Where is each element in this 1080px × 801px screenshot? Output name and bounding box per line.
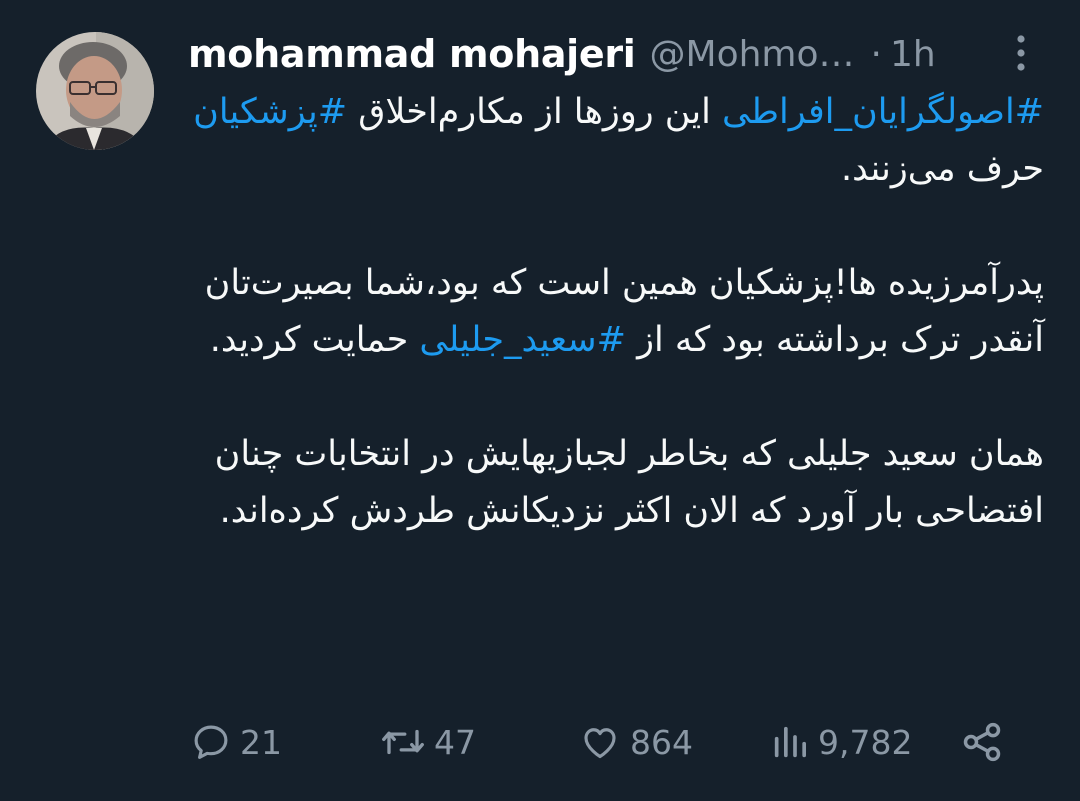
tweet-paragraph-2: پدرآمرزیده ها!پزشکیان همین است که بود،شم… [186, 255, 1044, 369]
like-icon [578, 721, 622, 763]
tweet-paragraph-1: #اصولگرایان_افراطی این روزها از مکارم‌اخ… [186, 84, 1044, 198]
hashtag-link[interactable]: #پزشکیان [193, 92, 347, 132]
tweet-header: mohammad mohajeri @Mohmo… · 1h [188, 26, 1020, 82]
views-button[interactable]: 9,782 [770, 712, 912, 772]
share-icon [960, 720, 1004, 764]
views-icon [770, 721, 810, 763]
reply-button[interactable]: 21 [190, 712, 282, 772]
retweet-icon [380, 721, 426, 763]
retweet-count: 47 [434, 722, 476, 762]
tweet-text-segment: این روزها از مکارم‌اخلاق [347, 92, 722, 132]
like-button[interactable]: 864 [578, 712, 693, 772]
separator-dot: · [870, 33, 882, 75]
hashtag-link[interactable]: #اصولگرایان_افراطی [722, 92, 1044, 132]
tweet-actions: 21 47 864 9,782 [190, 712, 1010, 772]
tweet-card[interactable]: mohammad mohajeri @Mohmo… · 1h #اصولگرای… [0, 0, 1080, 801]
avatar[interactable] [36, 32, 154, 150]
hashtag-link[interactable]: #سعید_جلیلی [419, 320, 626, 360]
like-count: 864 [630, 722, 693, 762]
timestamp[interactable]: 1h [890, 34, 936, 75]
tweet-text: #اصولگرایان_افراطی این روزها از مکارم‌اخ… [186, 84, 1044, 540]
tweet-text-segment: حمایت کردید. [209, 320, 420, 360]
more-options-icon[interactable] [1006, 30, 1036, 76]
display-name[interactable]: mohammad mohajeri [188, 32, 636, 76]
reply-count: 21 [240, 722, 282, 762]
tweet-text-segment: همان سعید جلیلی که بخاطر لجبازیهایش در ا… [214, 434, 1044, 531]
tweet-text-segment: حرف می‌زنند. [841, 149, 1044, 189]
tweet-paragraph-3: همان سعید جلیلی که بخاطر لجبازیهایش در ا… [186, 426, 1044, 540]
views-count: 9,782 [818, 722, 913, 762]
reply-icon [190, 721, 232, 763]
retweet-button[interactable]: 47 [380, 712, 476, 772]
user-handle[interactable]: @Mohmo… [650, 34, 855, 75]
share-button[interactable] [960, 712, 1012, 772]
